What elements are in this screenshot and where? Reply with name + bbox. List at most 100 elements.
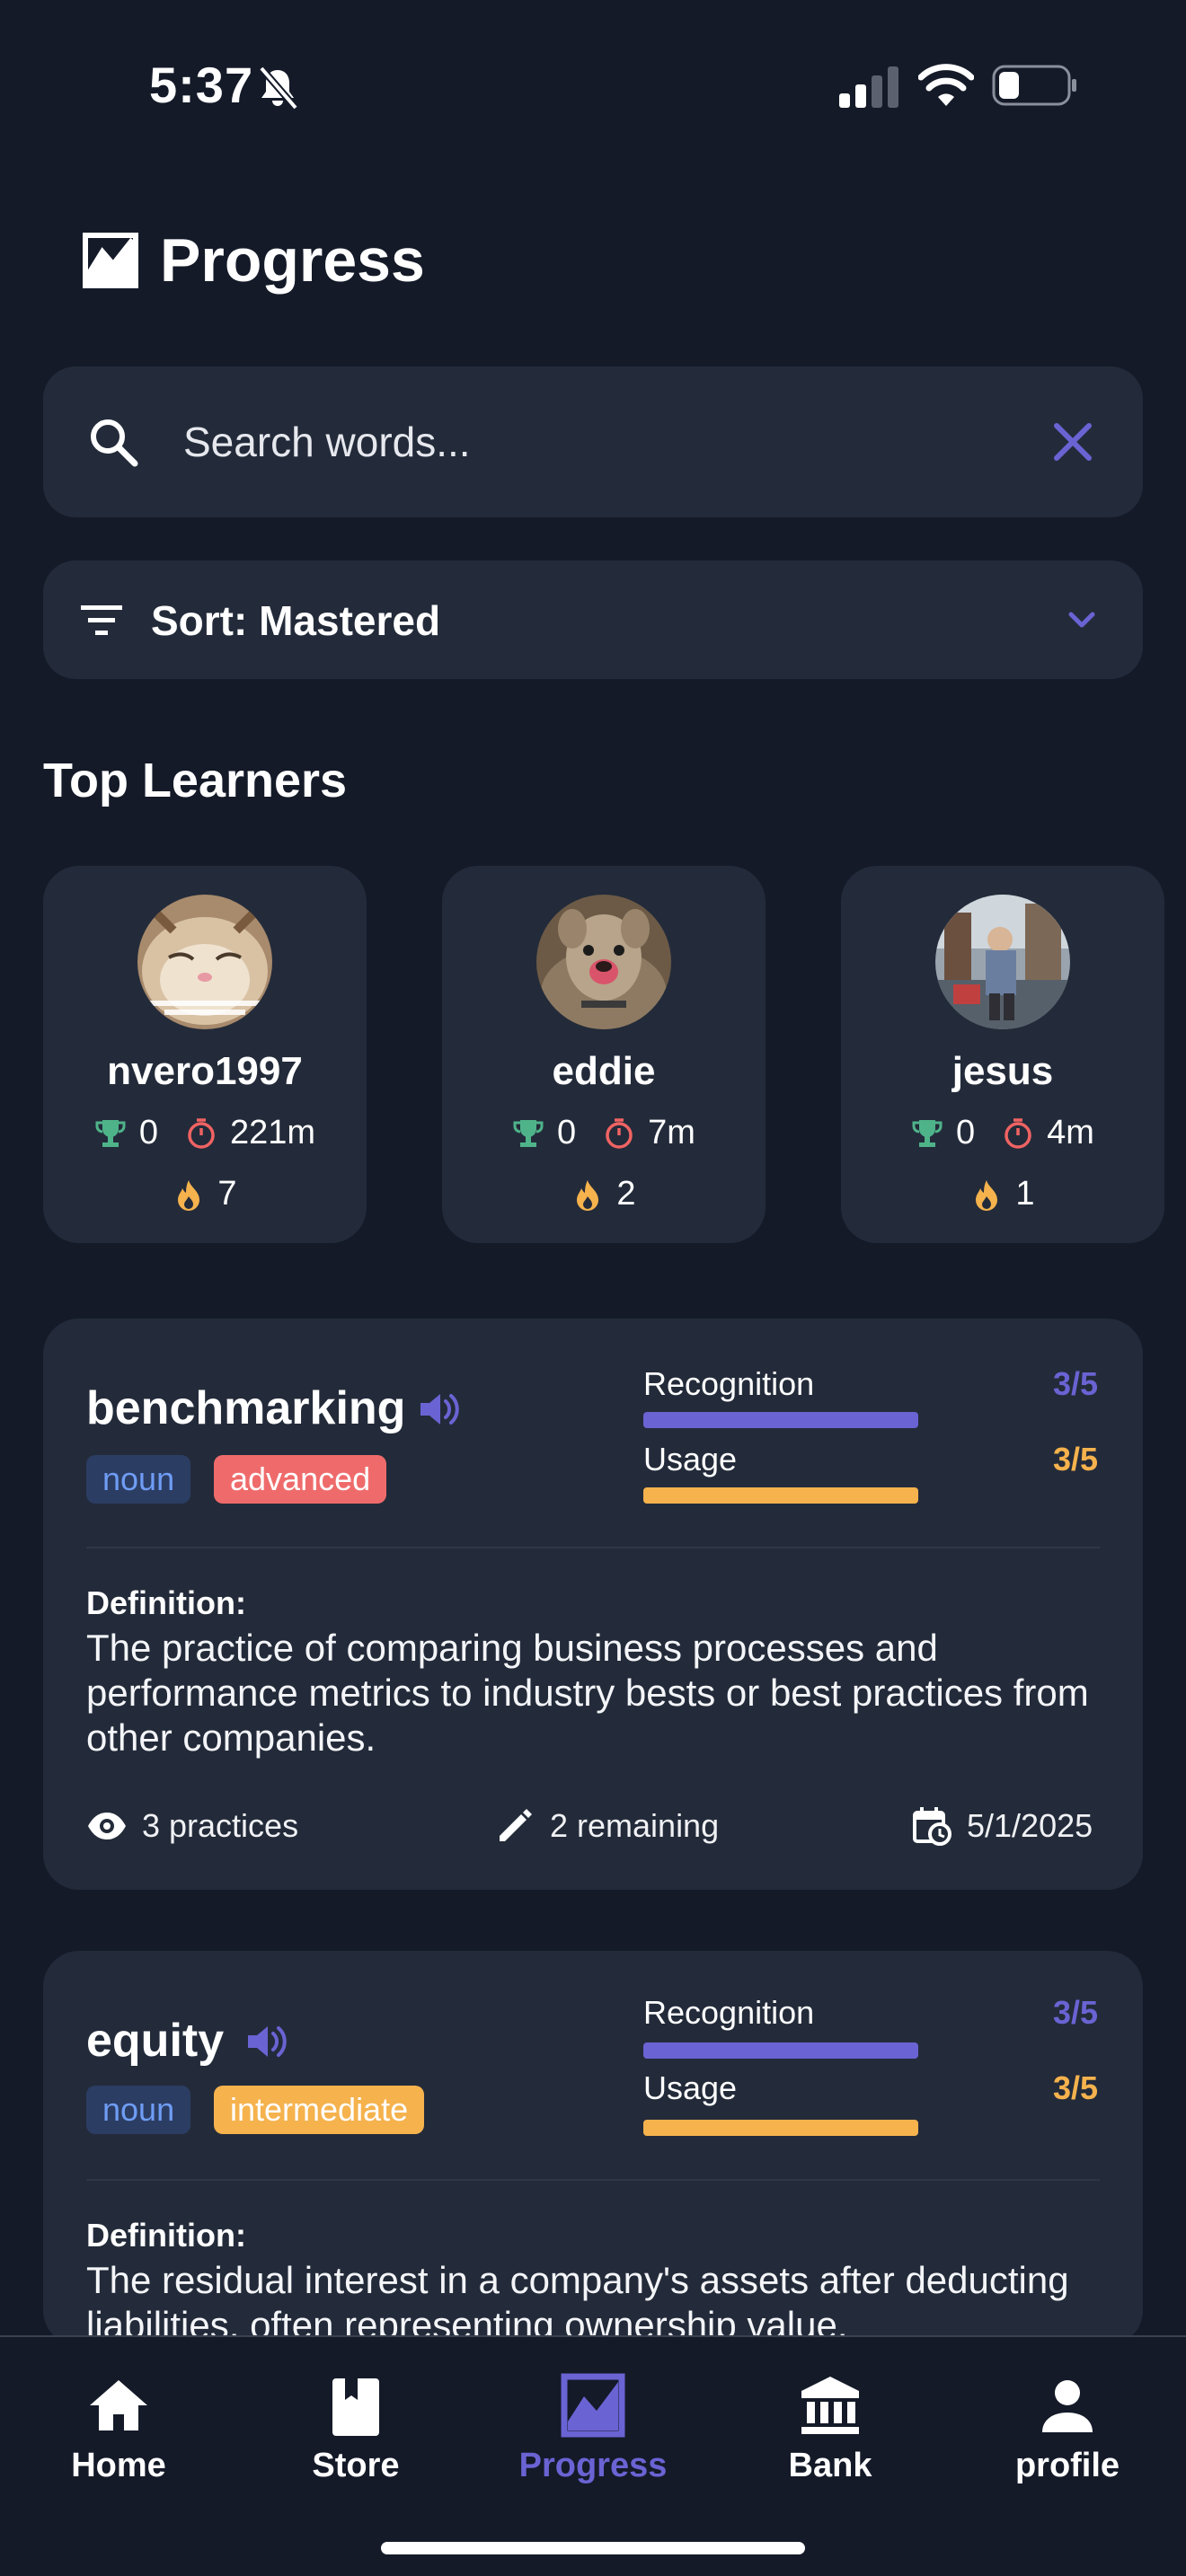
trophy-count: 0 <box>138 1114 159 1151</box>
trophy-icon <box>95 1119 126 1147</box>
usage-label: Usage <box>643 1441 738 1478</box>
word-title: benchmarking <box>86 1382 406 1434</box>
divider <box>86 1547 1100 1548</box>
status-bar: 5:37 <box>0 0 1186 171</box>
home-indicator <box>381 2542 805 2554</box>
trophy-count: 0 <box>956 1114 976 1151</box>
person-icon <box>1042 2380 1093 2432</box>
learner-stats: 0 4m <box>841 1114 1164 1152</box>
recognition-label: Recognition <box>643 1365 815 1402</box>
part-of-speech-tag: noun <box>86 1455 191 1504</box>
search-icon <box>91 419 138 467</box>
minutes-count: 221m <box>230 1114 316 1151</box>
top-learners-list: nvero1997 0 221m 7 eddie 0 7m 2 jesus 0 … <box>43 866 1186 1243</box>
page-header: Progress <box>83 225 425 296</box>
avatar <box>137 895 272 1029</box>
streak-count: 1 <box>1015 1175 1035 1213</box>
pencil-icon <box>500 1809 532 1841</box>
definition-text: The residual interest in a company's ass… <box>86 2259 1069 2346</box>
word-title: equity <box>86 2015 225 2067</box>
trophy-icon <box>513 1119 544 1147</box>
review-date: 5/1/2025 <box>911 1805 1093 1847</box>
search-bar <box>43 366 1143 517</box>
practices-count: 3 practices <box>86 1805 298 1847</box>
status-time: 5:37 <box>149 57 254 113</box>
divider <box>86 2179 1100 2181</box>
timer-icon <box>188 1117 215 1149</box>
nav-profile[interactable]: profile <box>978 2373 1157 2508</box>
cellular-signal-icon <box>839 66 898 108</box>
learner-stats: 0 221m <box>43 1114 367 1152</box>
timer-icon <box>1005 1117 1031 1149</box>
word-card[interactable]: equity noun intermediate Recognition 3/5… <box>43 1951 1143 2346</box>
nav-home[interactable]: Home <box>29 2373 208 2508</box>
nav-progress[interactable]: Progress <box>503 2373 683 2508</box>
flame-icon <box>178 1179 200 1211</box>
page-title: Progress <box>160 226 425 295</box>
remaining-count: 2 remaining <box>494 1805 719 1847</box>
close-icon[interactable] <box>1048 417 1098 467</box>
learner-streak: 1 <box>841 1175 1164 1213</box>
trophy-icon <box>912 1119 943 1147</box>
nav-bank[interactable]: Bank <box>740 2373 920 2508</box>
top-learners-heading: Top Learners <box>43 754 348 807</box>
recognition-label: Recognition <box>643 1994 815 2031</box>
recognition-bar <box>643 1412 918 1428</box>
flame-icon <box>976 1179 998 1211</box>
learner-name: nvero1997 <box>107 1049 303 1093</box>
bank-icon <box>801 2377 859 2434</box>
usage-bar <box>643 1487 918 1504</box>
speaker-icon[interactable] <box>244 2021 289 2062</box>
learner-card[interactable]: nvero1997 0 221m 7 <box>43 866 367 1243</box>
flame-icon <box>577 1179 599 1211</box>
chart-icon <box>561 2373 625 2438</box>
part-of-speech-tag: noun <box>86 2086 191 2134</box>
nav-label: Home <box>71 2447 166 2484</box>
streak-count: 7 <box>217 1175 237 1213</box>
sort-dropdown[interactable]: Sort: Mastered <box>43 560 1143 679</box>
search-input[interactable] <box>183 402 1046 481</box>
minutes-count: 7m <box>648 1114 695 1151</box>
sort-label: Sort: Mastered <box>151 597 441 644</box>
usage-label: Usage <box>643 2069 738 2106</box>
definition-label: Definition: <box>86 1584 246 1621</box>
calendar-clock-icon <box>913 1807 951 1846</box>
date-text: 5/1/2025 <box>967 1807 1093 1844</box>
speaker-icon[interactable] <box>417 1389 462 1430</box>
usage-bar <box>643 2120 918 2136</box>
nav-store[interactable]: Store <box>266 2373 446 2508</box>
definition-label: Definition: <box>86 2217 246 2254</box>
timer-icon <box>606 1117 633 1149</box>
learner-card[interactable]: jesus 0 4m 1 <box>841 866 1164 1243</box>
bell-muted-icon <box>258 66 299 110</box>
chevron-down-icon <box>1068 612 1095 628</box>
usage-value: 3/5 <box>1052 1441 1098 1478</box>
level-tag: advanced <box>214 1455 387 1504</box>
chart-icon <box>83 233 138 288</box>
eye-icon <box>88 1813 126 1839</box>
minutes-count: 4m <box>1047 1114 1094 1151</box>
filter-icon <box>81 605 122 635</box>
word-card[interactable]: benchmarking noun advanced Recognition 3… <box>43 1319 1143 1890</box>
nav-label: Progress <box>518 2447 668 2484</box>
book-icon <box>332 2378 379 2436</box>
nav-label: profile <box>1014 2447 1120 2484</box>
practices-text: 3 practices <box>142 1807 299 1844</box>
streak-count: 2 <box>616 1175 636 1213</box>
battery-icon <box>992 65 1076 106</box>
home-icon <box>90 2380 147 2430</box>
learner-stats: 0 7m <box>442 1114 766 1152</box>
nav-label: Bank <box>788 2447 872 2484</box>
usage-value: 3/5 <box>1052 2069 1098 2106</box>
learner-card[interactable]: eddie 0 7m 2 <box>442 866 766 1243</box>
recognition-value: 3/5 <box>1052 1994 1098 2031</box>
avatar <box>536 895 671 1029</box>
recognition-value: 3/5 <box>1052 1365 1098 1402</box>
definition-text: The practice of comparing business proce… <box>86 1627 1089 1759</box>
trophy-count: 0 <box>557 1114 577 1151</box>
bottom-nav: Home Store Progress Bank profile <box>0 2335 1186 2576</box>
wifi-icon <box>918 64 974 106</box>
learner-name: jesus <box>951 1049 1054 1093</box>
learner-name: eddie <box>552 1049 656 1093</box>
learner-streak: 2 <box>442 1175 766 1213</box>
